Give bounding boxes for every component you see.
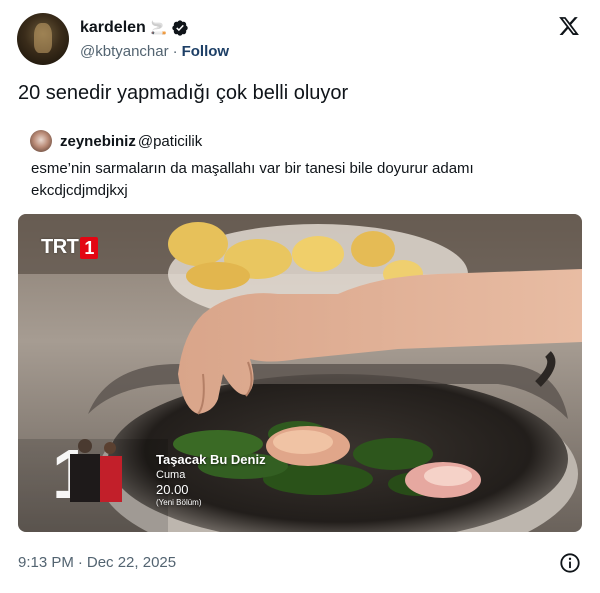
show-promo: Taşacak Bu Deniz Cuma 20.00 (Yeni Bölüm) bbox=[48, 436, 288, 526]
tweet-media[interactable]: 1 TRT 1 Taşacak Bu Deniz Cuma 20.00 (Yen… bbox=[18, 214, 582, 532]
quoted-author-avatar[interactable] bbox=[30, 130, 52, 152]
tweet-card: kardelen 🚬 @kbtyanchar · Follow 20 sened… bbox=[0, 0, 600, 593]
promo-episode: (Yeni Bölüm) bbox=[156, 498, 202, 507]
tweet-text: 20 senedir yapmadığı çok belli oluyor bbox=[18, 82, 349, 104]
quoted-handle[interactable]: @paticilik bbox=[138, 133, 202, 150]
author-info: kardelen 🚬 @kbtyanchar · Follow bbox=[80, 17, 229, 61]
info-icon[interactable] bbox=[559, 552, 581, 574]
verified-badge-icon bbox=[172, 20, 188, 36]
tweet-timestamp[interactable]: 9:13 PM · Dec 22, 2025 bbox=[18, 554, 176, 571]
author-name-row: kardelen 🚬 bbox=[80, 17, 229, 39]
trt-logo-text: TRT bbox=[41, 236, 79, 258]
promo-show-title: Taşacak Bu Deniz bbox=[156, 452, 266, 467]
tweet-date: Dec 22, 2025 bbox=[86, 554, 177, 571]
promo-time: 20.00 bbox=[156, 482, 189, 497]
quoted-text: esme’nin sarmaların da maşallahı var bir… bbox=[31, 160, 474, 199]
trt-logo-number: 1 bbox=[80, 236, 99, 259]
quoted-display-name[interactable]: zeynebiniz bbox=[60, 133, 136, 150]
follow-button[interactable]: Follow bbox=[182, 43, 230, 60]
trt1-logo: TRT 1 bbox=[41, 236, 99, 259]
x-logo-icon[interactable] bbox=[558, 15, 580, 37]
author-handle-row: @kbtyanchar · Follow bbox=[80, 41, 229, 61]
tweet-time: 9:13 PM bbox=[18, 554, 74, 571]
author-display-name[interactable]: kardelen bbox=[80, 19, 146, 37]
separator-dot: · bbox=[77, 554, 83, 571]
promo-day: Cuma bbox=[156, 469, 186, 481]
author-avatar[interactable] bbox=[17, 13, 69, 65]
author-handle[interactable]: @kbtyanchar bbox=[80, 43, 169, 60]
quoted-author-row: zeynebiniz @paticilik bbox=[60, 133, 202, 150]
separator-dot: · bbox=[172, 42, 178, 60]
cigarette-emoji: 🚬 bbox=[150, 20, 167, 35]
